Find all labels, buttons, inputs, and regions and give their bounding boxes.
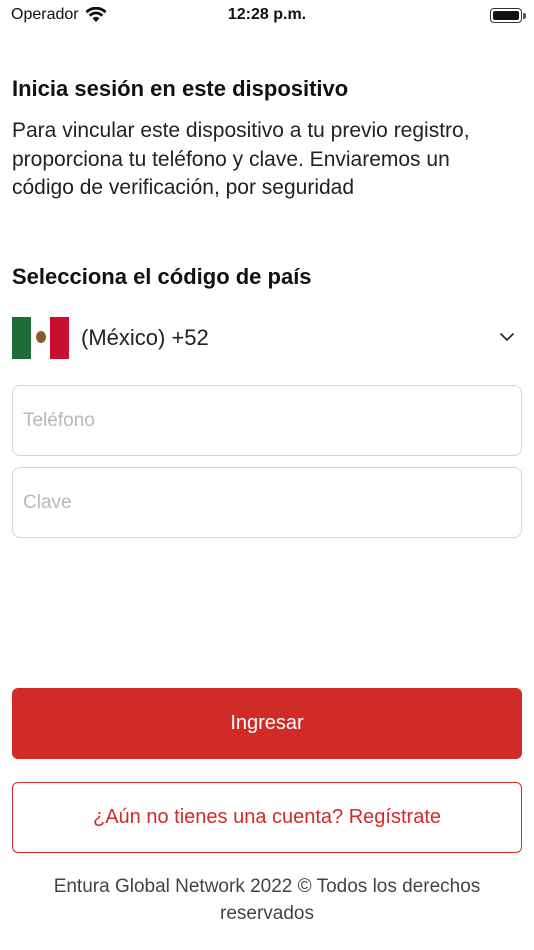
chevron-down-icon — [500, 333, 514, 341]
country-code-select[interactable]: (México) +52 — [12, 316, 522, 360]
register-button[interactable]: ¿Aún no tienes una cuenta? Regístrate — [12, 782, 522, 853]
phone-input[interactable] — [12, 385, 522, 456]
password-input[interactable] — [12, 467, 522, 538]
mexico-flag-icon — [12, 317, 69, 359]
footer-copyright: Entura Global Network 2022 © Todos los d… — [53, 876, 481, 924]
selected-country-label: (México) +52 — [81, 325, 209, 350]
status-time: 12:28 p.m. — [227, 6, 307, 23]
login-description: Para vincular este dispositivo a tu prev… — [12, 119, 470, 199]
country-code-title: Selecciona el código de país — [12, 264, 312, 289]
status-bar: Operador 12:28 p.m. — [0, 0, 534, 32]
battery-icon — [490, 8, 522, 23]
login-title: Inicia sesión en este dispositivo — [12, 76, 349, 101]
login-button[interactable]: Ingresar — [12, 688, 522, 759]
battery-cap — [523, 13, 526, 19]
